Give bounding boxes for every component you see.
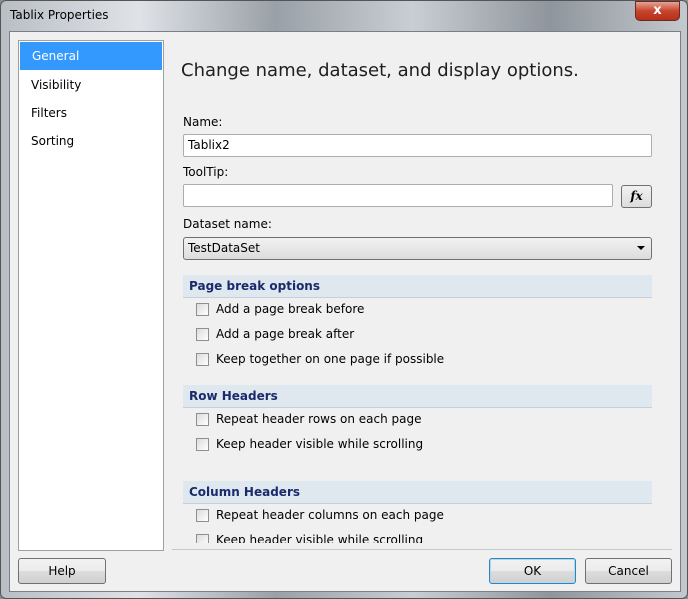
checkbox-icon[interactable] <box>196 352 209 366</box>
expression-button[interactable]: fx <box>621 185 652 208</box>
checkbox-repeat-header-rows[interactable]: Repeat header rows on each page <box>196 412 422 426</box>
sidebar-item-general[interactable]: General <box>20 42 162 70</box>
dataset-label: Dataset name: <box>183 217 272 231</box>
checkbox-column-header-visible[interactable]: Keep header visible while scrolling <box>196 533 423 543</box>
ok-button[interactable]: OK <box>489 558 576 584</box>
section-row-headers: Row Headers <box>183 385 652 408</box>
section-page-break: Page break options <box>183 275 652 298</box>
checkbox-label: Add a page break before <box>216 302 365 316</box>
page-title: Change name, dataset, and display option… <box>181 60 579 81</box>
section-column-headers: Column Headers <box>183 481 652 504</box>
dropdown-arrow-icon <box>637 246 645 250</box>
general-panel: Change name, dataset, and display option… <box>172 40 672 543</box>
checkbox-label: Repeat header rows on each page <box>216 412 422 426</box>
checkbox-keep-together[interactable]: Keep together on one page if possible <box>196 352 444 366</box>
name-input[interactable]: Tablix2 <box>183 134 652 157</box>
cancel-button[interactable]: Cancel <box>585 558 672 584</box>
sidebar-item-sorting[interactable]: Sorting <box>19 127 163 155</box>
checkbox-icon[interactable] <box>196 508 209 522</box>
sidebar-item-visibility[interactable]: Visibility <box>19 71 163 99</box>
dataset-value: TestDataSet <box>188 241 260 255</box>
checkbox-label: Keep together on one page if possible <box>216 352 445 366</box>
checkbox-label: Repeat header columns on each page <box>216 508 444 522</box>
checkbox-label: Keep header visible while scrolling <box>216 437 424 451</box>
dataset-select[interactable]: TestDataSet <box>183 237 652 260</box>
checkbox-icon[interactable] <box>196 412 209 426</box>
tooltip-label: ToolTip: <box>183 165 229 179</box>
checkbox-icon[interactable] <box>196 302 209 316</box>
checkbox-page-break-after[interactable]: Add a page break after <box>196 327 354 341</box>
checkbox-label: Add a page break after <box>216 327 355 341</box>
name-label: Name: <box>183 115 223 129</box>
help-button[interactable]: Help <box>18 558 106 584</box>
checkbox-icon[interactable] <box>196 533 209 543</box>
dialog-window: Tablix Properties x General Visibility F… <box>0 0 688 599</box>
divider <box>172 549 672 550</box>
checkbox-icon[interactable] <box>196 327 209 341</box>
checkbox-label: Keep header visible while scrolling <box>216 533 424 543</box>
window-title: Tablix Properties <box>10 8 109 22</box>
dialog-client: General Visibility Filters Sorting Chang… <box>9 31 681 592</box>
sidebar: General Visibility Filters Sorting <box>18 40 164 551</box>
sidebar-item-filters[interactable]: Filters <box>19 99 163 127</box>
checkbox-row-header-visible[interactable]: Keep header visible while scrolling <box>196 437 423 451</box>
checkbox-repeat-header-columns[interactable]: Repeat header columns on each page <box>196 508 444 522</box>
tooltip-input[interactable] <box>183 184 613 207</box>
checkbox-page-break-before[interactable]: Add a page break before <box>196 302 364 316</box>
checkbox-icon[interactable] <box>196 437 209 451</box>
close-button[interactable]: x <box>635 1 680 21</box>
